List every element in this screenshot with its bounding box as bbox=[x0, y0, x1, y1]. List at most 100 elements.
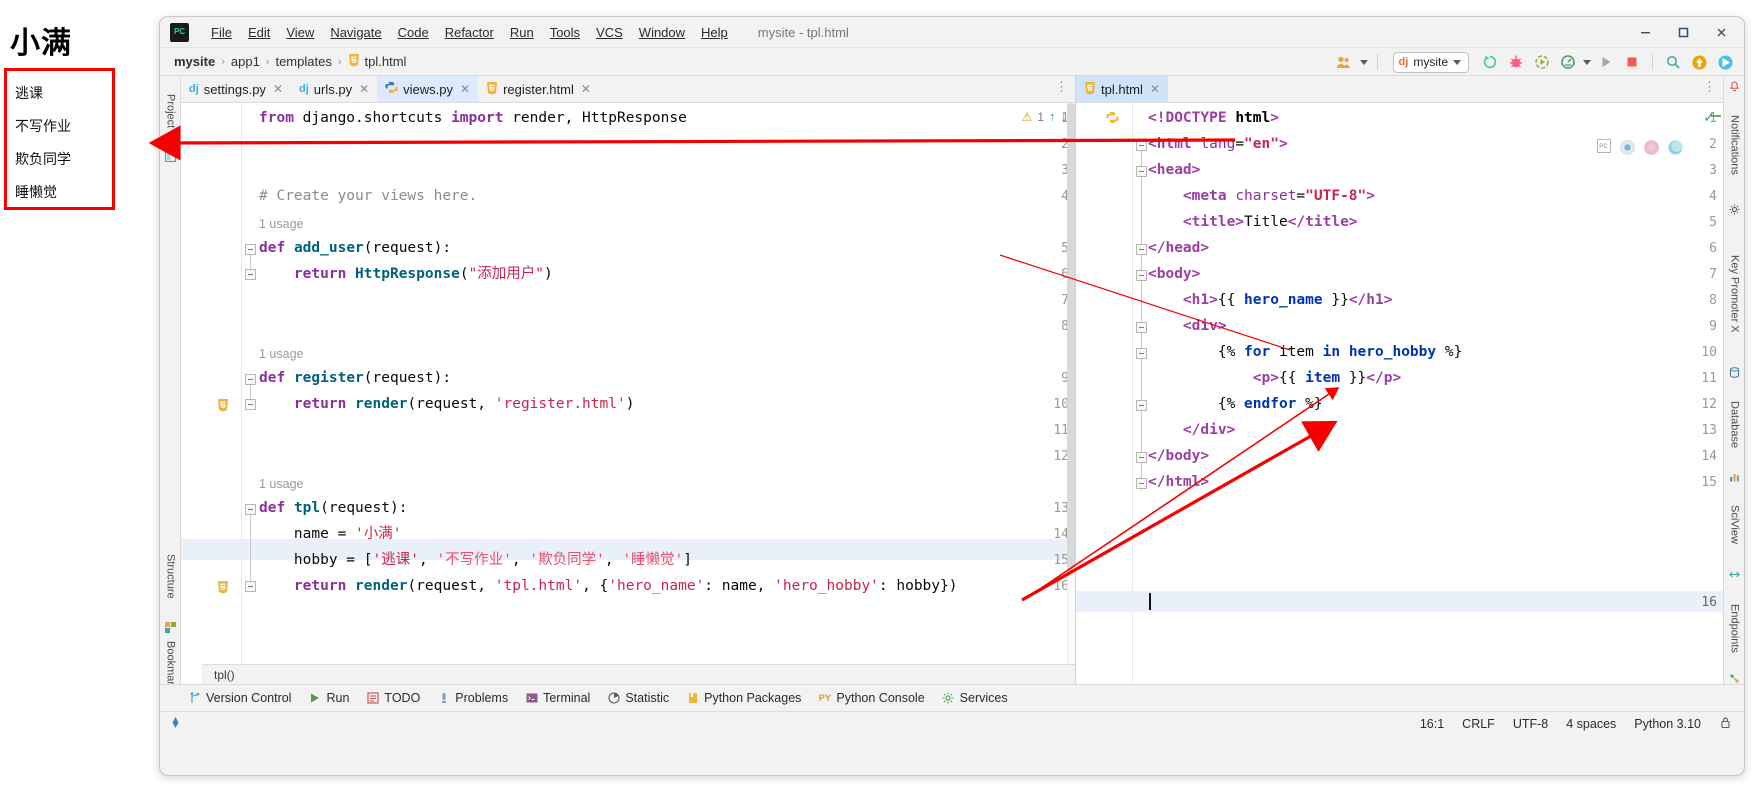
menu-item-help[interactable]: Help bbox=[693, 23, 736, 42]
run-coverage-icon[interactable] bbox=[1531, 51, 1553, 73]
debug-icon[interactable] bbox=[1505, 51, 1527, 73]
tab-register-html[interactable]: register.html ✕ bbox=[478, 76, 599, 102]
gear-icon[interactable] bbox=[1729, 203, 1740, 215]
chevron-down-icon[interactable] bbox=[1583, 59, 1591, 65]
more-tabs-icon[interactable]: ⋮ bbox=[1055, 79, 1068, 94]
usage-hint[interactable]: 1 usage bbox=[259, 477, 303, 491]
tool-button-statistic[interactable]: Statistic bbox=[607, 691, 669, 705]
html-file-icon[interactable] bbox=[217, 580, 230, 594]
code-line-4[interactable]: # Create your views here. bbox=[259, 188, 477, 205]
tool-button-structure[interactable]: Structure bbox=[160, 536, 181, 616]
code-line-10[interactable]: {% for item in hero_hobby %} bbox=[1148, 344, 1463, 361]
fold-marker[interactable] bbox=[1136, 478, 1147, 489]
fold-marker[interactable] bbox=[245, 244, 256, 255]
scroll-marker[interactable] bbox=[1711, 115, 1721, 117]
tool-button-terminal[interactable]: Terminal bbox=[525, 691, 590, 705]
tool-button-todo[interactable]: TODO bbox=[366, 691, 420, 705]
close-icon[interactable]: ✕ bbox=[581, 82, 591, 96]
tool-button-version-control[interactable]: Version Control bbox=[188, 691, 291, 705]
fold-marker[interactable] bbox=[245, 504, 256, 515]
scrollbar-thumb[interactable] bbox=[1067, 103, 1075, 573]
code-line-5[interactable]: <title>Title</title> bbox=[1148, 214, 1358, 231]
code-line-9[interactable]: def register(request): bbox=[259, 370, 451, 387]
menu-item-edit[interactable]: Edit bbox=[240, 23, 278, 42]
firefox-icon[interactable] bbox=[1644, 140, 1659, 155]
code-line-16[interactable]: return render(request, 'tpl.html', {'her… bbox=[259, 578, 958, 595]
breadcrumb-file[interactable]: tpl.html bbox=[365, 54, 407, 69]
code-line-9[interactable]: <div> bbox=[1148, 318, 1227, 335]
code-line-6[interactable]: return HttpResponse("添加用户") bbox=[259, 266, 553, 283]
code-line-1[interactable]: from django.shortcuts import render, Htt… bbox=[259, 110, 687, 127]
menu-item-vcs[interactable]: VCS bbox=[588, 23, 631, 42]
stop-icon[interactable] bbox=[1621, 51, 1643, 73]
profiler-icon[interactable] bbox=[1557, 51, 1579, 73]
code-line-12[interactable]: {% endfor %} bbox=[1148, 396, 1323, 413]
tool-button-services[interactable]: Services bbox=[942, 691, 1008, 705]
code-line-2[interactable]: <html lang="en"> bbox=[1148, 136, 1288, 153]
minimize-icon[interactable] bbox=[1626, 19, 1664, 47]
python-file-icon[interactable] bbox=[1106, 111, 1119, 124]
code-line-15[interactable]: hobby = ['逃课', '不写作业', '欺负同学', '睡懒觉'] bbox=[259, 552, 692, 569]
endpoints-icon[interactable] bbox=[1729, 568, 1740, 579]
menu-item-view[interactable]: View bbox=[278, 23, 322, 42]
maximize-icon[interactable] bbox=[1664, 19, 1702, 47]
breadcrumb-app1[interactable]: app1 bbox=[231, 54, 260, 69]
run-configuration-selector[interactable]: dj mysite bbox=[1392, 51, 1469, 73]
close-icon[interactable]: ✕ bbox=[1150, 82, 1160, 96]
tool-button-endpoints[interactable]: Endpoints bbox=[1724, 588, 1744, 668]
fold-marker[interactable] bbox=[1136, 400, 1147, 411]
code-line-13[interactable]: </div> bbox=[1148, 422, 1235, 439]
tool-button-key-promoter[interactable]: Key Promoter X bbox=[1724, 224, 1744, 364]
close-icon[interactable]: ✕ bbox=[460, 82, 470, 96]
tool-button-notifications[interactable]: Notifications bbox=[1724, 100, 1744, 190]
editor-scrollbar-left-pane[interactable] bbox=[1067, 103, 1075, 684]
tool-button-python-packages[interactable]: Python Packages bbox=[686, 691, 801, 705]
fold-marker[interactable] bbox=[1136, 348, 1147, 359]
code-line-14[interactable]: name = '小满' bbox=[259, 526, 402, 543]
code-line-1[interactable]: <!DOCTYPE html> bbox=[1148, 110, 1279, 127]
code-line-7[interactable]: <body> bbox=[1148, 266, 1200, 283]
breadcrumb-templates[interactable]: templates bbox=[275, 54, 331, 69]
code-line-15[interactable]: </html> bbox=[1148, 474, 1209, 491]
fold-marker[interactable] bbox=[1136, 140, 1147, 151]
code-line-8[interactable]: <h1>{{ hero_name }}</h1> bbox=[1148, 292, 1393, 309]
project-panel-icon[interactable] bbox=[164, 150, 177, 163]
usage-hint[interactable]: 1 usage bbox=[259, 217, 303, 231]
fold-marker[interactable] bbox=[1136, 452, 1147, 463]
code-line-3[interactable]: <head> bbox=[1148, 162, 1200, 179]
tool-button-problems[interactable]: Problems bbox=[437, 691, 508, 705]
fold-marker[interactable] bbox=[245, 269, 256, 280]
python-interpreter[interactable]: Python 3.10 bbox=[1634, 717, 1701, 731]
fold-marker[interactable] bbox=[245, 399, 256, 410]
fold-marker[interactable] bbox=[1136, 166, 1147, 177]
code-line-6[interactable]: </head> bbox=[1148, 240, 1209, 257]
line-number-gutter[interactable] bbox=[181, 103, 241, 684]
code-line-13[interactable]: def tpl(request): bbox=[259, 500, 407, 517]
database-icon[interactable] bbox=[1729, 366, 1740, 378]
file-encoding[interactable]: UTF-8 bbox=[1513, 717, 1548, 731]
chrome-icon[interactable] bbox=[1620, 140, 1635, 155]
close-icon[interactable]: ✕ bbox=[359, 82, 369, 96]
more-tabs-icon[interactable]: ⋮ bbox=[1703, 79, 1716, 94]
line-separator[interactable]: CRLF bbox=[1462, 717, 1495, 731]
users-icon[interactable] bbox=[1334, 51, 1356, 73]
code-line-5[interactable]: def add_user(request): bbox=[259, 240, 451, 257]
chevron-down-icon[interactable] bbox=[1359, 59, 1368, 65]
usage-hint[interactable]: 1 usage bbox=[259, 347, 303, 361]
tab-settings-py[interactable]: dj settings.py ✕ bbox=[181, 76, 291, 102]
fold-marker[interactable] bbox=[1136, 244, 1147, 255]
code-editor-tpl-html[interactable]: ✓ PC 1 2 3 4 5 6 7 8 9 10 11 12 13 14 15… bbox=[1076, 103, 1723, 684]
tool-button-database[interactable]: Database bbox=[1724, 386, 1744, 464]
tab-urls-py[interactable]: dj urls.py ✕ bbox=[291, 76, 377, 102]
rerun-icon[interactable] bbox=[1479, 51, 1501, 73]
tool-button-python-console[interactable]: PY Python Console bbox=[818, 691, 925, 705]
chevron-down-icon[interactable] bbox=[1453, 59, 1461, 65]
code-line-10[interactable]: return render(request, 'register.html') bbox=[259, 396, 635, 413]
tool-button-project[interactable]: Project bbox=[160, 78, 181, 144]
menu-item-window[interactable]: Window bbox=[631, 23, 693, 42]
caret-position[interactable]: 16:1 bbox=[1420, 717, 1444, 731]
pycharm-preview-icon[interactable]: PC bbox=[1597, 139, 1611, 156]
menu-item-refactor[interactable]: Refactor bbox=[437, 23, 502, 42]
tab-views-py[interactable]: views.py ✕ bbox=[377, 76, 479, 102]
code-editor-views-py[interactable]: ⚠ 1 ↑ ↓ 1 2 3 4 5 6 7 8 9 10 11 12 13 14… bbox=[181, 103, 1075, 684]
